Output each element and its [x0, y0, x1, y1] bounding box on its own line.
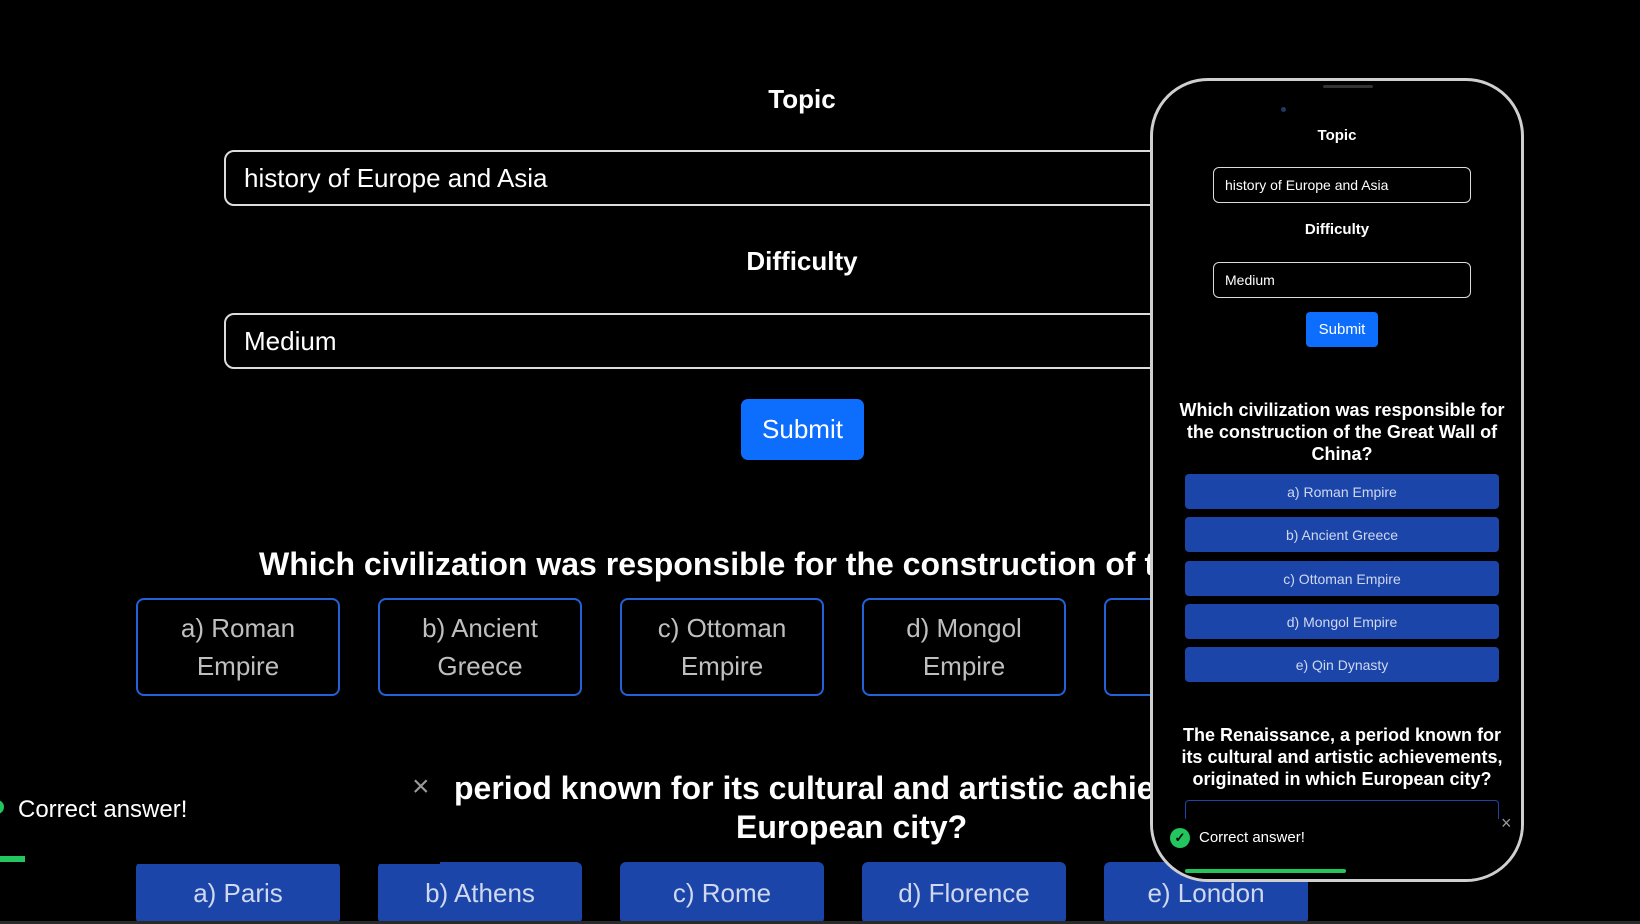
- phone-difficulty-input[interactable]: [1213, 262, 1471, 298]
- difficulty-input[interactable]: [224, 313, 1164, 369]
- phone-q1-option-a[interactable]: a) Roman Empire: [1185, 474, 1499, 509]
- q2-option-a[interactable]: a) Paris: [136, 862, 340, 924]
- toast-text: Correct answer!: [18, 796, 188, 823]
- q2-option-d[interactable]: d) Florence: [862, 862, 1066, 924]
- phone-q1-option-c[interactable]: c) Ottoman Empire: [1185, 561, 1499, 596]
- phone-submit-button[interactable]: Submit: [1306, 312, 1378, 347]
- toast: Correct answer!: [0, 790, 440, 864]
- phone-q1-option-e[interactable]: e) Qin Dynasty: [1185, 647, 1499, 682]
- success-icon: [0, 800, 4, 814]
- q2-option-c[interactable]: c) Rome: [620, 862, 824, 924]
- q1-option-a[interactable]: a) Roman Empire: [136, 598, 340, 696]
- q1-option-d[interactable]: d) Mongol Empire: [862, 598, 1066, 696]
- phone-q1-option-d[interactable]: d) Mongol Empire: [1185, 604, 1499, 639]
- phone-success-icon: ✓: [1170, 828, 1190, 848]
- question-2-line-1: period known for its cultural and artist…: [454, 770, 1210, 806]
- phone-topic-label: Topic: [1317, 127, 1357, 144]
- topic-input[interactable]: [224, 150, 1164, 206]
- phone-toast-progress-bar: [1185, 869, 1346, 873]
- submit-button[interactable]: Submit: [741, 399, 864, 460]
- phone-topic-input[interactable]: [1213, 167, 1471, 203]
- phone-question-2-text: The Renaissance, a period known for its …: [1181, 725, 1503, 789]
- question-2-line-2: European city?: [736, 809, 968, 845]
- phone-notch: [1323, 85, 1373, 88]
- phone-q2-option-partial[interactable]: [1185, 800, 1499, 820]
- phone-question-1-text: Which civilization was responsible for t…: [1179, 400, 1505, 464]
- q1-option-c[interactable]: c) Ottoman Empire: [620, 598, 824, 696]
- phone-camera-icon: [1281, 107, 1286, 112]
- phone-toast-close-icon[interactable]: ×: [1501, 813, 1512, 834]
- phone-toast-text: Correct answer!: [1199, 829, 1305, 846]
- phone-q1-option-b[interactable]: b) Ancient Greece: [1185, 517, 1499, 552]
- question-1-text: Which civilization was responsible for t…: [259, 546, 1227, 582]
- phone-difficulty-label: Difficulty: [1304, 221, 1370, 238]
- toast-close-icon[interactable]: ×: [412, 770, 430, 804]
- q1-option-b[interactable]: b) Ancient Greece: [378, 598, 582, 696]
- q2-option-b[interactable]: b) Athens: [378, 862, 582, 924]
- toast-progress-bar: [0, 856, 25, 862]
- phone-frame: Topic Difficulty Submit Which civilizati…: [1150, 78, 1524, 882]
- phone-toast: ✓ Correct answer! ×: [1153, 813, 1521, 879]
